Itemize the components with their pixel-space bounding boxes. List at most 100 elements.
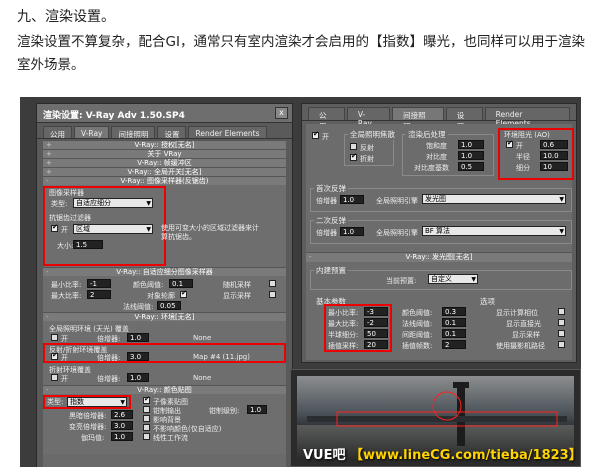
close-button[interactable]: x bbox=[275, 107, 288, 119]
irr-max-rate-label: 最大比率: bbox=[328, 320, 359, 328]
cm-type-select[interactable]: 指数 ▼ bbox=[67, 397, 127, 407]
refr-mult-label: 倍增器: bbox=[97, 375, 121, 383]
tab-render-elements[interactable]: Render Elements bbox=[188, 126, 267, 138]
gi-on-checkbox[interactable] bbox=[312, 130, 319, 139]
gi-env-map[interactable]: None bbox=[193, 334, 211, 342]
irr-max-rate-input[interactable]: -2 bbox=[364, 318, 388, 327]
refl-on-label: 开 bbox=[61, 354, 68, 362]
normals-input[interactable]: 0.05 bbox=[157, 301, 181, 310]
aa-filter-on-checkbox[interactable] bbox=[51, 223, 58, 232]
image-sampler-section: 图像采样器 类型: 自适应细分▼ 抗锯齿过滤器 开 区域▼ 使用可变大小的区域过… bbox=[43, 185, 286, 267]
primary-engine-select[interactable]: 发光图 ▼ bbox=[422, 194, 566, 204]
rollout-adaptive-subdiv[interactable]: - V-Ray:: 自适应细分图像采样器 bbox=[43, 267, 286, 276]
rollout-framebuffer[interactable]: + V-Ray:: 帧缓冲区 bbox=[43, 158, 286, 167]
rollout-about[interactable]: + 关于 VRay bbox=[43, 149, 286, 158]
secondary-mult-label: 倍增器 bbox=[316, 229, 337, 237]
presets-title: 内建预置 bbox=[314, 265, 348, 276]
options-title: 选项 bbox=[478, 296, 497, 307]
max-rate-input[interactable]: 2 bbox=[87, 290, 111, 299]
clamp-level-input[interactable]: 1.0 bbox=[247, 405, 267, 414]
refr-mult-input[interactable]: 1.0 bbox=[127, 373, 149, 382]
reflective-checkbox[interactable] bbox=[350, 143, 357, 150]
type-label: 类型: bbox=[51, 200, 68, 208]
gamma-input[interactable]: 1.0 bbox=[111, 432, 133, 441]
gi-env-mult-input[interactable]: 1.0 bbox=[127, 333, 149, 342]
article-paragraph: 渲染设置不算复杂，配合GI，通常只有室内渲染才会启用的【指数】曝光，也同样可以用… bbox=[17, 34, 585, 73]
min-rate-input[interactable]: -1 bbox=[87, 279, 111, 288]
rollout-image-sampler[interactable]: - V-Ray:: 图像采样器(反锯齿) bbox=[43, 176, 286, 185]
post-title: 渲染后处理 bbox=[406, 129, 448, 140]
show-calc-checkbox[interactable] bbox=[558, 308, 565, 315]
aa-filter-select[interactable]: 区域 ▼ bbox=[73, 224, 153, 234]
affect-bg-checkbox[interactable] bbox=[143, 415, 150, 422]
rand-checkbox[interactable] bbox=[269, 280, 276, 287]
refractive-label: 折射 bbox=[360, 155, 374, 163]
refr-env-map[interactable]: None bbox=[193, 374, 211, 382]
ao-radius-label: 半径 bbox=[516, 153, 530, 161]
irr-nrm-input[interactable]: 0.1 bbox=[442, 318, 466, 327]
linear-workflow-label: 线性工作流 bbox=[153, 434, 188, 442]
saturation-input[interactable]: 1.0 bbox=[458, 140, 484, 149]
secondary-mult-input[interactable]: 1.0 bbox=[340, 227, 364, 236]
ao-on-checkbox[interactable] bbox=[506, 139, 513, 148]
secondary-engine-select[interactable]: BF 算法 ▼ bbox=[422, 226, 566, 236]
sampler-type-select[interactable]: 自适应细分 ▼ bbox=[73, 198, 153, 208]
object-outline-checkbox[interactable] bbox=[180, 289, 187, 298]
dark-mult-input[interactable]: 2.6 bbox=[111, 410, 133, 419]
filter-size-input[interactable]: 1.5 bbox=[73, 240, 103, 249]
current-preset-select[interactable]: 自定义 ▼ bbox=[428, 274, 478, 284]
hsph-subdivs-input[interactable]: 50 bbox=[364, 329, 388, 338]
tab-settings[interactable]: 设置 bbox=[157, 126, 187, 139]
tab-indirect[interactable]: 间接照明 bbox=[392, 107, 444, 131]
ao-amount-input[interactable]: 0.6 bbox=[540, 140, 568, 149]
tab-common[interactable]: 公用 bbox=[43, 126, 72, 139]
irr-dist-input[interactable]: 0.1 bbox=[442, 329, 466, 338]
secondary-title: 二次反弹 bbox=[314, 215, 348, 226]
ao-radius-input[interactable]: 10.0 bbox=[540, 151, 568, 160]
refl-mult-label: 倍增器: bbox=[97, 354, 121, 362]
contrast-input[interactable]: 1.0 bbox=[458, 151, 484, 160]
tab-vray[interactable]: V-Ray bbox=[346, 107, 391, 128]
bright-mult-input[interactable]: 3.0 bbox=[111, 421, 133, 430]
rollout-environment[interactable]: - V-Ray:: 环境[无名] bbox=[43, 312, 286, 321]
size-label: 大小: bbox=[57, 242, 74, 250]
contrast-base-input[interactable]: 0.5 bbox=[458, 162, 484, 171]
rollout-global-switches[interactable]: + V-Ray:: 全局开关[无名] bbox=[43, 167, 286, 176]
show-samples-checkbox[interactable] bbox=[269, 291, 276, 298]
tab-indirect[interactable]: 间接照明 bbox=[111, 126, 156, 139]
interp-frames-input[interactable]: 2 bbox=[442, 340, 466, 349]
interp-samples-input[interactable]: 20 bbox=[364, 340, 388, 349]
primary-engine-label: 全局照明引擎 bbox=[376, 197, 418, 205]
refr-env-on-checkbox[interactable] bbox=[51, 374, 58, 381]
contrast-label: 对比度 bbox=[426, 153, 447, 161]
ao-subdivs-input[interactable]: 10 bbox=[540, 162, 568, 171]
watermark-text: VUE吧 【www.lineCG.com/tieba/1823】 bbox=[303, 448, 581, 463]
dont-affect-checkbox[interactable] bbox=[143, 424, 150, 431]
irr-clr-input[interactable]: 0.3 bbox=[442, 307, 466, 316]
subpixel-checkbox[interactable] bbox=[143, 395, 150, 404]
rollout-color-mapping[interactable]: - V-Ray:: 颜色贴图 bbox=[43, 385, 286, 394]
linear-workflow-checkbox[interactable] bbox=[143, 433, 150, 440]
primary-mult-input[interactable]: 1.0 bbox=[340, 195, 364, 204]
refractive-checkbox[interactable] bbox=[350, 152, 357, 161]
primary-title: 首次反弹 bbox=[314, 183, 348, 194]
tab-settings[interactable]: 设置 bbox=[445, 107, 483, 131]
tab-common[interactable]: 公用 bbox=[308, 107, 345, 131]
use-camera-path-checkbox[interactable] bbox=[558, 341, 565, 348]
show-direct-checkbox[interactable] bbox=[558, 319, 565, 326]
refl-env-on-checkbox[interactable] bbox=[51, 351, 58, 360]
contrast-base-label: 对比度基数 bbox=[414, 164, 449, 172]
irr-min-rate-input[interactable]: -3 bbox=[364, 307, 388, 316]
interp-frames-label: 插值帧数: bbox=[402, 342, 433, 350]
rollout-authorization[interactable]: + V-Ray:: 授权[无名] bbox=[43, 140, 286, 149]
refl-env-map[interactable]: Map #4 (11.jpg) bbox=[193, 353, 250, 361]
clamp-checkbox[interactable] bbox=[143, 406, 150, 413]
tab-render-elements[interactable]: Render Elements bbox=[484, 107, 571, 128]
gi-env-on-checkbox[interactable] bbox=[51, 334, 58, 341]
clr-thresh-input[interactable]: 0.1 bbox=[169, 279, 193, 288]
refl-mult-input[interactable]: 3.0 bbox=[127, 352, 149, 361]
tab-vray[interactable]: V-Ray bbox=[74, 126, 110, 138]
show-samples-checkbox[interactable] bbox=[558, 330, 565, 337]
aa-filter-label: 抗锯齿过滤器 bbox=[49, 214, 91, 222]
rollout-irradiance-map[interactable]: - V-Ray:: 发光图[无名] bbox=[306, 252, 572, 262]
